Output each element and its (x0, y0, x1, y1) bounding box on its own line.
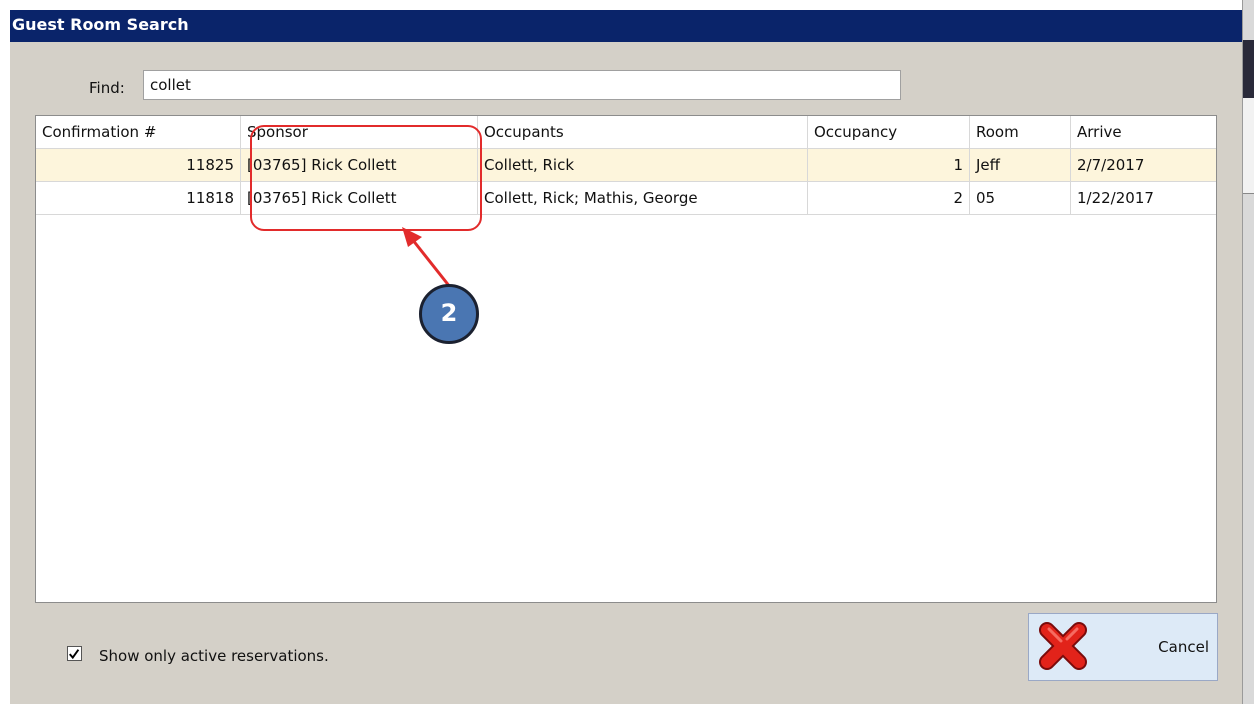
grid-header: Confirmation # Sponsor Occupants Occupan… (36, 116, 1216, 149)
column-header-occupants[interactable]: Occupants (478, 116, 808, 148)
cell-arrive: 2/7/2017 (1077, 156, 1145, 174)
cell-arrive: 1/22/2017 (1077, 189, 1154, 207)
background-window-dark-bar (1243, 40, 1254, 98)
column-header-confirmation[interactable]: Confirmation # (36, 116, 241, 148)
background-window-edge (1242, 0, 1254, 704)
find-label: Find: (89, 79, 125, 97)
cell-occupancy: 1 (808, 149, 970, 181)
cell-confirmation: 11825 (36, 149, 241, 181)
annotation-step-badge: 2 (419, 284, 479, 344)
cell-occupants: Collett, Rick; Mathis, George (478, 182, 808, 214)
column-header-sponsor[interactable]: Sponsor (241, 116, 478, 148)
cell-sponsor: [03765] Rick Collett (241, 149, 478, 181)
cell-occupants: Collett, Rick (478, 149, 808, 181)
column-header-occupancy[interactable]: Occupancy (808, 116, 970, 148)
find-input[interactable] (143, 70, 901, 100)
red-x-icon (1039, 622, 1087, 670)
window-title: Guest Room Search (10, 10, 1242, 42)
table-row[interactable]: 11825 [03765] Rick Collett Collett, Rick… (36, 149, 1216, 182)
table-row[interactable]: 11818 [03765] Rick Collett Collett, Rick… (36, 182, 1216, 215)
cell-room: 05 (970, 182, 1071, 214)
cancel-label: Cancel (1158, 638, 1209, 656)
results-grid[interactable]: Confirmation # Sponsor Occupants Occupan… (35, 115, 1217, 603)
guest-room-search-dialog: Guest Room Search Find: Confirmation # S… (10, 10, 1242, 704)
active-only-checkbox[interactable] (67, 646, 82, 661)
cancel-button[interactable]: Cancel (1028, 613, 1218, 681)
checkmark-icon (69, 649, 80, 660)
cell-occupancy: 2 (808, 182, 970, 214)
cell-sponsor: [03765] Rick Collett (241, 182, 478, 214)
cell-room: Jeff (970, 149, 1071, 181)
active-only-label[interactable]: Show only active reservations. (99, 647, 329, 665)
cell-confirmation: 11818 (36, 182, 241, 214)
column-header-room[interactable]: Room (970, 116, 1071, 148)
background-window-panel (1243, 98, 1254, 194)
column-header-arrive[interactable]: Arrive (1071, 116, 1216, 148)
